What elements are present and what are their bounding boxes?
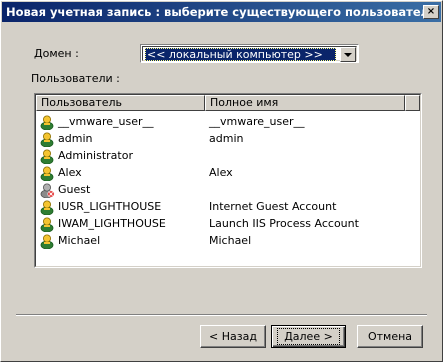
title-bar[interactable]: Новая учетная запись : выберите существу… xyxy=(2,2,441,22)
user-icon xyxy=(39,199,55,215)
disabled-user-icon xyxy=(39,182,55,198)
cell-user: Guest xyxy=(36,182,205,198)
list-item[interactable]: __vmware_user__ __vmware_user__ xyxy=(36,113,420,130)
column-header-full-name[interactable]: Полное имя xyxy=(205,95,405,111)
domain-dropdown[interactable]: << локальный компьютер >> xyxy=(140,44,359,63)
cell-user: IWAM_LIGHTHOUSE xyxy=(36,216,205,232)
users-list[interactable]: Пользователь Полное имя __vmware_user__ _… xyxy=(34,93,422,268)
cell-full-name: Michael xyxy=(209,234,252,247)
cell-full-name: Alex xyxy=(209,166,233,179)
close-button[interactable]: × xyxy=(423,5,439,19)
dialog-window: Новая учетная запись : выберите существу… xyxy=(0,0,443,362)
list-item[interactable]: IWAM_LIGHTHOUSE Launch IIS Process Accoun… xyxy=(36,215,420,232)
user-icon xyxy=(39,216,55,232)
next-button[interactable]: Далее > xyxy=(271,325,346,348)
back-button-label: < Назад xyxy=(209,330,257,343)
user-icon xyxy=(39,114,55,130)
user-name: Michael xyxy=(58,234,101,247)
list-rows: __vmware_user__ __vmware_user__ admin admin… xyxy=(36,113,420,249)
next-button-label: Далее > xyxy=(277,328,340,345)
user-name: IWAM_LIGHTHOUSE xyxy=(58,217,166,230)
chevron-down-icon xyxy=(344,52,352,57)
cell-user: Alex xyxy=(36,165,205,181)
cell-full-name: __vmware_user__ xyxy=(209,115,305,128)
cell-user: __vmware_user__ xyxy=(36,114,205,130)
cancel-button-label: Отмена xyxy=(367,330,413,343)
window-title: Новая учетная запись : выберите существу… xyxy=(6,5,423,19)
list-item[interactable]: IUSR_LIGHTHOUSE Internet Guest Account xyxy=(36,198,420,215)
user-name: Administrator xyxy=(58,149,133,162)
domain-selected-value: << локальный компьютер >> xyxy=(145,48,336,61)
back-button[interactable]: < Назад xyxy=(200,325,266,348)
cell-user: Michael xyxy=(36,233,205,249)
user-name: Alex xyxy=(58,166,82,179)
list-item[interactable]: Administrator xyxy=(36,147,420,164)
domain-label: Домен : xyxy=(34,47,79,60)
user-name: __vmware_user__ xyxy=(58,115,154,128)
cancel-button[interactable]: Отмена xyxy=(357,325,423,348)
list-item[interactable]: Alex Alex xyxy=(36,164,420,181)
cell-user: Administrator xyxy=(36,148,205,164)
cell-full-name: Launch IIS Process Account xyxy=(209,217,359,230)
dropdown-button[interactable] xyxy=(340,47,356,62)
list-header: Пользователь Полное имя xyxy=(36,95,420,111)
separator xyxy=(16,314,427,316)
user-icon xyxy=(39,148,55,164)
close-icon: × xyxy=(426,6,436,17)
list-item[interactable]: Guest xyxy=(36,181,420,198)
user-icon xyxy=(39,131,55,147)
users-label: Пользователи : xyxy=(31,72,120,85)
user-name: IUSR_LIGHTHOUSE xyxy=(58,200,162,213)
cell-full-name: Internet Guest Account xyxy=(209,200,337,213)
column-header-filler xyxy=(405,95,420,111)
user-name: Guest xyxy=(58,183,91,196)
cell-user: admin xyxy=(36,131,205,147)
user-icon xyxy=(39,233,55,249)
cell-full-name: admin xyxy=(209,132,244,145)
column-header-user[interactable]: Пользователь xyxy=(36,95,205,111)
user-icon xyxy=(39,165,55,181)
list-item[interactable]: Michael Michael xyxy=(36,232,420,249)
user-name: admin xyxy=(58,132,93,145)
list-item[interactable]: admin admin xyxy=(36,130,420,147)
cell-user: IUSR_LIGHTHOUSE xyxy=(36,199,205,215)
